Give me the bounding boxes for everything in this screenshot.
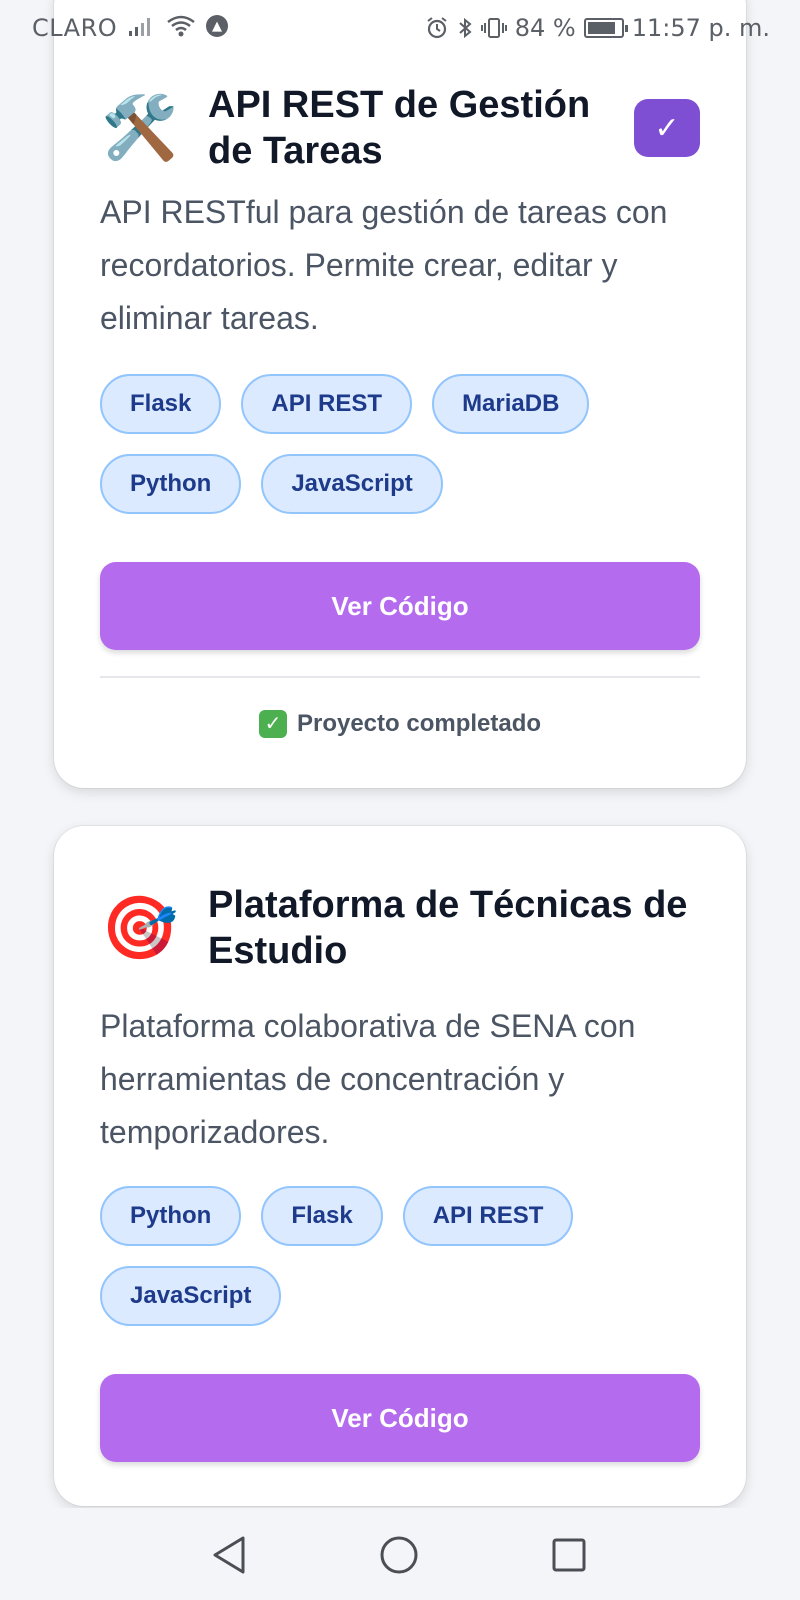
status-bar: CLARO ▲ 84 % 11:57 p. m. xyxy=(0,0,800,56)
tech-tag: MariaDB xyxy=(432,374,590,434)
carrier-label: CLARO xyxy=(32,14,118,42)
completed-badge: ✓ xyxy=(634,99,700,157)
system-navigation-bar xyxy=(0,1508,800,1600)
back-icon[interactable] xyxy=(204,1530,254,1580)
project-status-text: Proyecto completado xyxy=(296,710,542,737)
project-description: Plataforma colaborativa de SENA con herr… xyxy=(100,1008,636,1150)
tech-tag: Python xyxy=(100,454,242,514)
clock: 11:57 p. m. xyxy=(631,14,770,42)
signal-icon xyxy=(129,18,150,36)
tech-tags: Flask API REST MariaDB Python JavaScript xyxy=(100,374,700,514)
project-card-header: 🎯 Plataforma de Técnicas de Estudio xyxy=(100,882,700,974)
wifi-icon xyxy=(167,15,195,37)
project-title: Plataforma de Técnicas de Estudio xyxy=(208,884,688,972)
project-status: ✓ Proyecto completado xyxy=(100,710,700,738)
tech-tag: Flask xyxy=(261,1186,383,1246)
status-left-icons: ▲ xyxy=(128,14,228,38)
alarm-icon xyxy=(427,17,447,39)
check-mark-icon: ✓ xyxy=(258,710,287,738)
target-icon: 🎯 xyxy=(101,893,179,963)
battery-level-fill xyxy=(587,22,615,34)
tech-tag: API REST xyxy=(402,1186,574,1246)
tech-tag: JavaScript xyxy=(261,454,443,514)
view-code-button[interactable]: Ver Código xyxy=(100,562,700,650)
project-description: API RESTful para gestión de tareas con r… xyxy=(100,194,668,336)
tech-tags: Python Flask API REST JavaScript xyxy=(100,1186,700,1326)
tech-tag: Flask xyxy=(100,374,222,434)
project-title: API REST de Gestión de Tareas xyxy=(208,84,591,172)
recents-icon[interactable] xyxy=(544,1530,594,1580)
tech-tag: API REST xyxy=(241,374,413,434)
divider xyxy=(100,676,700,678)
battery-percent: 84 % xyxy=(514,14,576,42)
navigation-app-icon: ▲ xyxy=(206,15,228,37)
tech-tag: JavaScript xyxy=(100,1266,282,1326)
view-code-button[interactable]: Ver Código xyxy=(100,1374,700,1462)
project-card-header: 🛠️ API REST de Gestión de Tareas ✓ xyxy=(100,82,700,174)
status-right: 84 % 11:57 p. m. xyxy=(425,14,770,42)
battery-icon xyxy=(583,18,628,38)
tech-tag: Python xyxy=(100,1186,242,1246)
vibrate-icon xyxy=(480,18,507,38)
home-icon[interactable] xyxy=(374,1530,424,1580)
hammer-and-wrench-icon: 🛠️ xyxy=(101,93,179,163)
bluetooth-icon xyxy=(459,17,472,39)
